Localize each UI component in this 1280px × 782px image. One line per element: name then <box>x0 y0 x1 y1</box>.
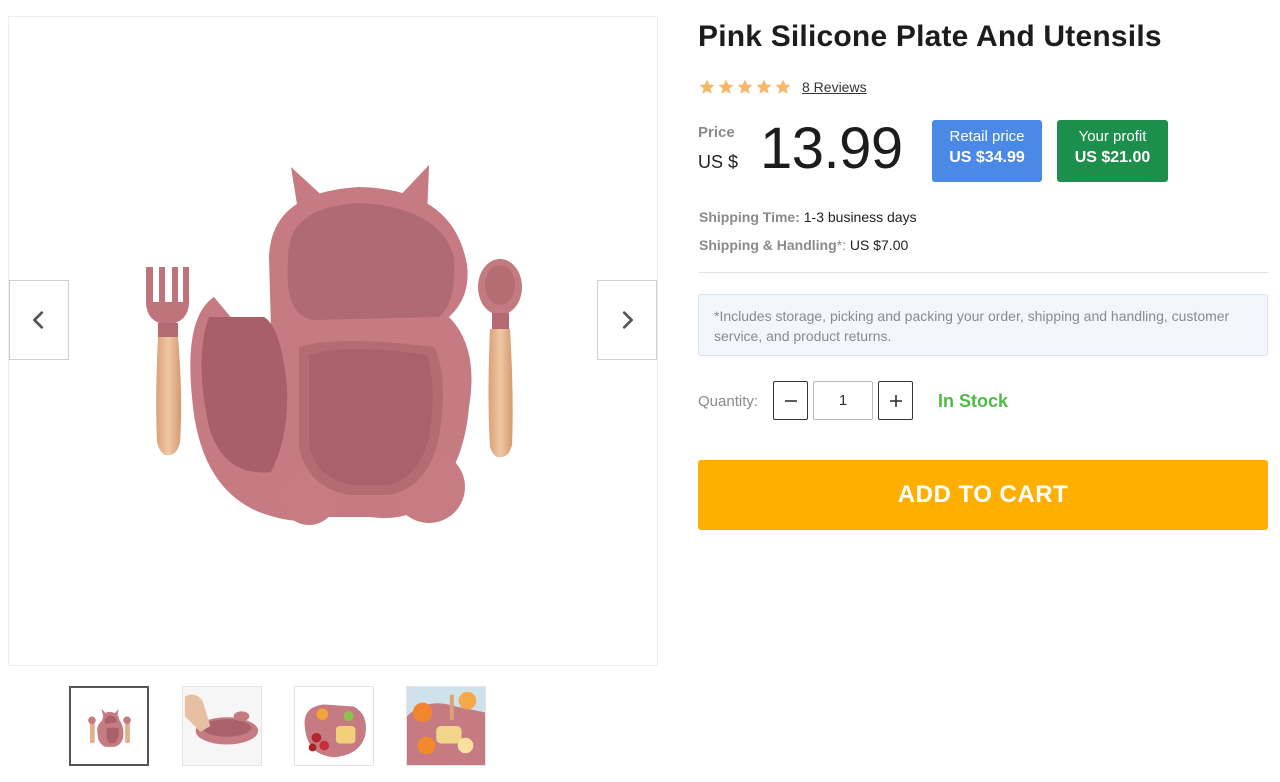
profit-value: US $21.00 <box>1074 149 1151 166</box>
star-icon <box>756 79 772 94</box>
retail-price-value: US $34.99 <box>949 149 1025 166</box>
shipping-time-value: 1-3 business days <box>803 209 917 225</box>
thumbnail-strip <box>69 686 499 766</box>
product-info: Pink Silicone Plate And Utensils 8 Revie… <box>698 0 1268 782</box>
price-value: 13.99 <box>760 116 903 181</box>
shipping-info: Shipping Time: 1-3 business days Shippin… <box>699 203 917 259</box>
thumbnail-4[interactable] <box>406 686 486 766</box>
gallery-next-button[interactable] <box>597 280 657 360</box>
stock-status: In Stock <box>938 391 1009 411</box>
shipping-note: *Includes storage, picking and packing y… <box>698 294 1268 356</box>
star-icon <box>718 79 734 94</box>
star-rating <box>698 78 792 96</box>
main-product-image[interactable] <box>8 16 658 666</box>
chevron-left-icon <box>33 311 44 329</box>
shipping-handling-row: Shipping & Handling*: US $7.00 <box>699 231 917 259</box>
minus-icon <box>784 399 797 402</box>
quantity-decrease-button[interactable] <box>773 381 808 420</box>
shipping-handling-label: Shipping & Handling <box>699 237 837 253</box>
gallery-prev-button[interactable] <box>9 280 69 360</box>
profit-badge: Your profit US $21.00 <box>1057 120 1168 182</box>
star-icon <box>737 79 753 94</box>
divider <box>698 272 1268 273</box>
thumbnail-image <box>407 687 485 765</box>
price-label: Price <box>698 124 735 141</box>
shipping-handling-value: US $7.00 <box>849 237 909 253</box>
reviews-link[interactable]: 8 Reviews <box>802 79 867 95</box>
fork-illustration <box>146 267 189 456</box>
squirrel-plate-illustration <box>190 165 472 525</box>
product-illustration <box>146 165 522 525</box>
quantity-label: Quantity: <box>698 393 759 410</box>
profit-label: Your profit <box>1078 128 1147 145</box>
price-block: Price US $ 13.99 Retail price US $34.99 … <box>698 118 1268 188</box>
star-icon <box>775 79 791 94</box>
chevron-right-icon <box>622 311 633 329</box>
shipping-time-row: Shipping Time: 1-3 business days <box>699 203 917 231</box>
plus-icon <box>889 394 902 407</box>
quantity-row: Quantity: In Stock <box>698 381 1268 421</box>
quantity-increase-button[interactable] <box>878 381 913 420</box>
thumbnail-2[interactable] <box>182 686 262 766</box>
rating-row: 8 Reviews <box>698 78 867 96</box>
star-icon <box>699 79 715 94</box>
shipping-time-label: Shipping Time: <box>699 209 800 225</box>
thumbnail-1[interactable] <box>69 686 149 766</box>
add-to-cart-button[interactable]: ADD TO CART <box>698 460 1268 530</box>
shipping-handling-mark: *: <box>836 237 846 253</box>
retail-price-badge: Retail price US $34.99 <box>932 120 1042 182</box>
retail-price-label: Retail price <box>949 128 1025 145</box>
thumbnail-image <box>183 687 261 765</box>
thumbnail-image <box>295 687 373 765</box>
thumbnail-3[interactable] <box>294 686 374 766</box>
price-currency: US $ <box>698 152 739 172</box>
spoon-illustration <box>478 259 522 458</box>
quantity-input[interactable] <box>813 381 873 420</box>
product-title: Pink Silicone Plate And Utensils <box>698 20 1162 53</box>
thumbnail-image <box>71 688 147 764</box>
